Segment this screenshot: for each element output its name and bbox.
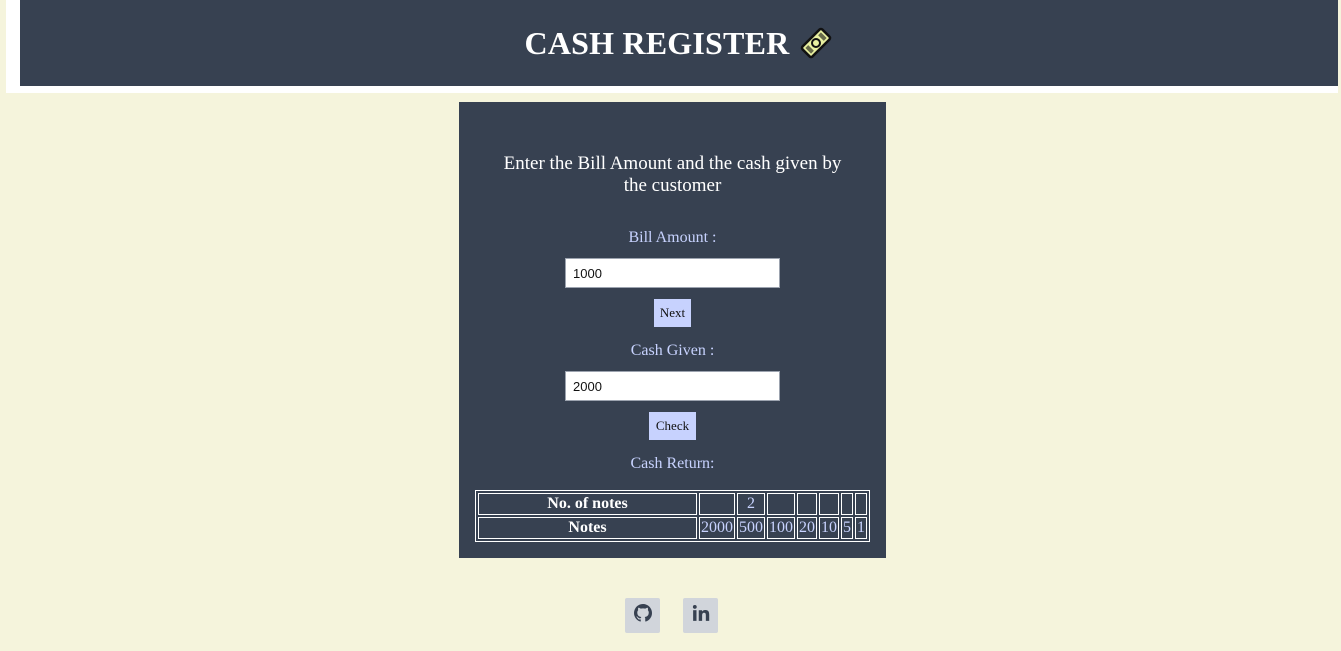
github-icon	[633, 604, 652, 627]
header-frame: CASH REGISTER	[6, 0, 1338, 93]
note-denomination-cell: 20	[797, 517, 817, 539]
note-denomination-cell: 100	[767, 517, 795, 539]
note-count-cell	[767, 493, 795, 515]
cash-given-input[interactable]	[565, 371, 780, 401]
cash-given-label: Cash Given :	[630, 342, 715, 359]
cash-register-logo-icon	[799, 26, 833, 60]
next-button[interactable]: Next	[654, 299, 691, 327]
linkedin-link[interactable]	[683, 598, 718, 633]
note-count-cell	[797, 493, 817, 515]
table-row-note-denominations: Notes 2000 500 100 20 10 5 1	[478, 517, 867, 539]
note-denomination-cell: 1	[855, 517, 867, 539]
table-row-note-counts: No. of notes 2	[478, 493, 867, 515]
cash-return-label: Cash Return:	[630, 455, 715, 472]
instructions-text: Enter the Bill Amount and the cash given…	[503, 153, 842, 196]
no-of-notes-header: No. of notes	[478, 493, 697, 515]
title-text: CASH REGISTER	[524, 24, 790, 61]
note-denomination-cell: 2000	[699, 517, 735, 539]
note-count-cell	[855, 493, 867, 515]
bill-amount-label: Bill Amount :	[628, 229, 717, 246]
linkedin-icon	[692, 604, 710, 627]
cash-return-table: No. of notes 2 Notes 2000 500 100 20 10 …	[475, 490, 870, 542]
github-link[interactable]	[625, 598, 660, 633]
note-denomination-cell: 500	[737, 517, 765, 539]
page-title: CASH REGISTER	[525, 25, 834, 62]
cash-register-panel: Enter the Bill Amount and the cash given…	[459, 102, 886, 558]
header-bar: CASH REGISTER	[20, 0, 1338, 86]
note-denomination-cell: 10	[819, 517, 839, 539]
note-count-cell	[819, 493, 839, 515]
note-count-cell	[841, 493, 853, 515]
check-button[interactable]: Check	[649, 412, 696, 440]
bill-amount-input[interactable]	[565, 258, 780, 288]
note-count-cell: 2	[737, 493, 765, 515]
note-count-cell	[699, 493, 735, 515]
notes-header: Notes	[478, 517, 697, 539]
note-denomination-cell: 5	[841, 517, 853, 539]
